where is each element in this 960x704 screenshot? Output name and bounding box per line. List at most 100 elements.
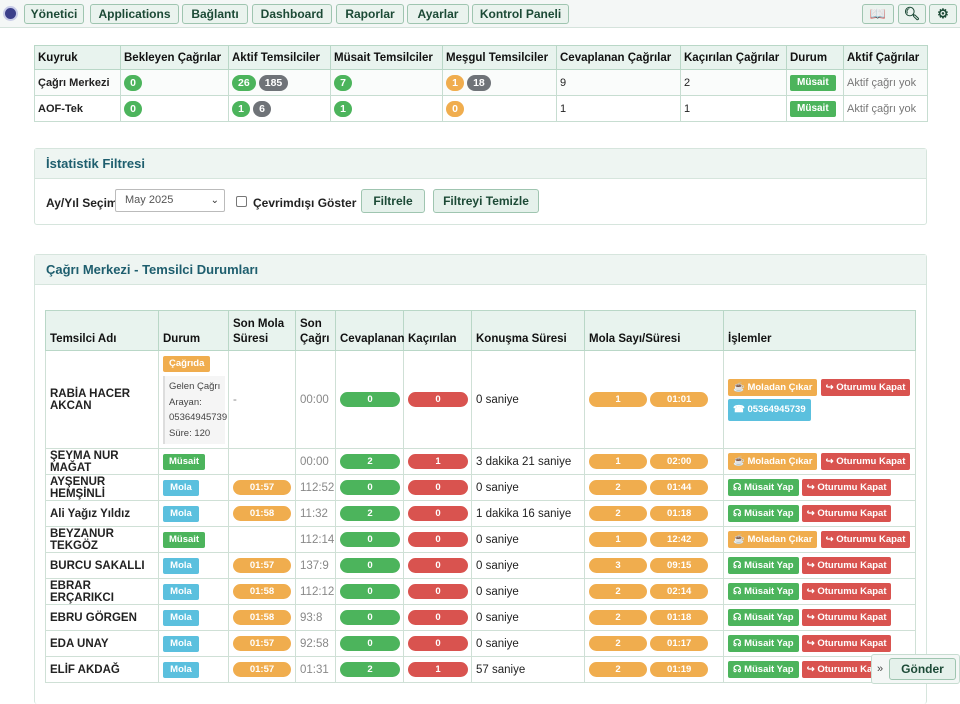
logout-button[interactable]: ↪ Oturumu Kapat: [801, 583, 892, 600]
missed-count: 2: [680, 69, 787, 96]
period-select[interactable]: May 2025 ⌄: [115, 189, 225, 212]
agent-name: EBRAR ERÇARIKCI: [45, 578, 159, 605]
talk-time: 0 saniye: [471, 350, 585, 449]
set-available-button[interactable]: ☊ Müsait Yap: [728, 557, 799, 574]
agent-row: BURCU SAKALLI Mola 01:57 137:9 0 0 0 san…: [45, 552, 916, 579]
break-time: 09:15: [650, 558, 709, 573]
nav-applications[interactable]: Applications: [90, 4, 179, 24]
agent-name: RABİA HACER AKCAN: [45, 350, 159, 449]
button-label: Oturumu Kapat: [836, 456, 906, 467]
set-available-button[interactable]: ☊ Müsait Yap: [728, 661, 799, 678]
missed-bar: 0: [408, 584, 468, 599]
last-call: 01:31: [295, 656, 336, 683]
agent-row: EBRAR ERÇARIKCI Mola 01:58 112:12 0 0 0 …: [45, 578, 916, 605]
nav-yonetici[interactable]: Yönetici: [24, 4, 84, 24]
last-break: 01:58: [233, 506, 291, 521]
active-count: 26: [232, 74, 256, 91]
missed-bar: 0: [408, 392, 468, 407]
talk-time: 0 saniye: [471, 474, 585, 501]
answered-bar: 0: [340, 480, 400, 495]
logout-button[interactable]: ↪ Oturumu Kapat: [801, 479, 892, 496]
period-value: May 2025: [125, 194, 174, 206]
active-calls: Aktif çağrı yok: [843, 95, 928, 122]
busy-count: 1: [446, 74, 464, 91]
active-total: 6: [253, 100, 272, 117]
answered-bar: 2: [340, 662, 400, 677]
waiting-count: 0: [124, 100, 142, 117]
nav-raporlar[interactable]: Raporlar: [336, 4, 404, 24]
send-widget: » Gönder: [871, 654, 960, 684]
break-count: 2: [589, 584, 647, 599]
button-label: Müsait Yap: [744, 508, 794, 519]
col-son-mola: Son Mola Süresi: [228, 310, 296, 351]
agent-name: ŞEYMA NUR MAĞAT: [45, 448, 159, 475]
col-durum: Durum: [786, 45, 844, 70]
col-kacirilan: Kaçırılan Çağrılar: [680, 45, 787, 70]
set-available-button[interactable]: ☊ Müsait Yap: [728, 609, 799, 626]
break-count: 3: [589, 558, 647, 573]
filter-panel-title: İstatistik Filtresi: [35, 149, 926, 179]
agent-row: RABİA HACER AKCAN Çağrıda Gelen Çağrı Ar…: [45, 350, 916, 449]
col-cevaplanan: Cevaplanan Çağrılar: [556, 45, 681, 70]
button-label: Müsait Yap: [744, 664, 794, 675]
last-call: 112:14: [295, 526, 336, 553]
break-out-button[interactable]: ☕ Moladan Çıkar: [728, 453, 818, 470]
logout-button[interactable]: ↪ Oturumu Kapat: [801, 505, 892, 522]
filter-button[interactable]: Filtrele: [361, 189, 425, 213]
logo[interactable]: [3, 6, 18, 21]
button-label: Müsait Yap: [744, 560, 794, 571]
logout-button[interactable]: ↪ Oturumu Kapat: [820, 453, 911, 470]
break-time: 01:44: [650, 480, 709, 495]
answered-count: 9: [556, 69, 681, 96]
status-badge: Mola: [163, 505, 199, 522]
col-islemler: İşlemler: [723, 310, 916, 351]
break-out-button[interactable]: ☕ Moladan Çıkar: [728, 531, 818, 548]
logout-button[interactable]: ↪ Oturumu Kapat: [820, 531, 911, 548]
search-icon[interactable]: 🔍︎: [898, 4, 926, 24]
chevron-right-icon[interactable]: »: [877, 663, 883, 675]
translate-icon[interactable]: 📖: [862, 4, 894, 24]
break-count: 2: [589, 480, 647, 495]
last-break: [228, 526, 296, 553]
queue-header-row: Kuyruk Bekleyen Çağrılar Aktif Temsilcil…: [34, 45, 928, 70]
button-label: Oturumu Kapat: [817, 508, 887, 519]
last-break: 01:57: [233, 558, 291, 573]
logout-button[interactable]: ↪ Oturumu Kapat: [820, 378, 911, 396]
logout-button[interactable]: ↪ Oturumu Kapat: [801, 609, 892, 626]
set-available-button[interactable]: ☊ Müsait Yap: [728, 505, 799, 522]
set-available-button[interactable]: ☊ Müsait Yap: [728, 635, 799, 652]
nav-ayarlar[interactable]: Ayarlar: [407, 4, 469, 24]
last-call: 137:9: [295, 552, 336, 579]
agents-table: Temsilci Adı Durum Son Mola Süresi Son Ç…: [45, 310, 916, 683]
logout-button[interactable]: ↪ Oturumu Kapat: [801, 635, 892, 652]
agent-row: AYŞENUR HEMŞİNLİ Mola 01:57 112:52 0 0 0…: [45, 474, 916, 501]
agent-row: ŞEYMA NUR MAĞAT Müsait 00:00 2 1 3 dakik…: [45, 448, 916, 475]
nav-kontrol-paneli[interactable]: Kontrol Paneli: [472, 4, 569, 24]
nav-baglanti[interactable]: Bağlantı: [182, 4, 248, 24]
gear-icon[interactable]: ⚙︎: [929, 4, 957, 24]
button-label: Müsait Yap: [744, 638, 794, 649]
clear-filter-button[interactable]: Filtreyi Temizle: [433, 189, 539, 213]
break-out-button[interactable]: ☕ Moladan Çıkar: [728, 378, 818, 396]
nav-dashboard[interactable]: Dashboard: [252, 4, 332, 24]
answered-bar: 2: [340, 506, 400, 521]
chevron-down-icon: ⌄: [210, 195, 219, 206]
offline-checkbox[interactable]: [236, 196, 247, 207]
send-button[interactable]: Gönder: [889, 658, 956, 680]
logout-button[interactable]: ↪ Oturumu Kapat: [801, 557, 892, 574]
status-badge: Müsait: [790, 74, 836, 91]
button-label: Müsait Yap: [744, 612, 794, 623]
answered-bar: 0: [340, 584, 400, 599]
col-kuyruk: Kuyruk: [34, 45, 121, 70]
status-badge: Mola: [163, 635, 199, 652]
set-available-button[interactable]: ☊ Müsait Yap: [728, 479, 799, 496]
answered-bar: 0: [340, 610, 400, 625]
active-total: 185: [258, 74, 289, 91]
break-time: 01:01: [650, 392, 709, 407]
talk-time: 1 dakika 16 saniye: [471, 500, 585, 527]
phone-button[interactable]: ☎ 05364945739: [728, 398, 811, 421]
col-cevaplanan: Cevaplanan: [335, 310, 405, 351]
col-temsilci: Temsilci Adı: [45, 310, 159, 351]
set-available-button[interactable]: ☊ Müsait Yap: [728, 583, 799, 600]
agents-panel-title: Çağrı Merkezi - Temsilci Durumları: [35, 255, 926, 285]
